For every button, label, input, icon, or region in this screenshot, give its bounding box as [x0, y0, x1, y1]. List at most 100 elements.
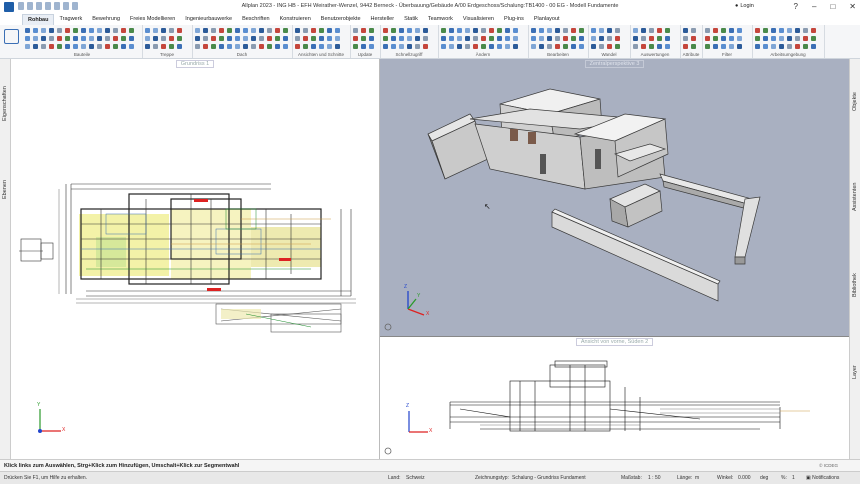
tool-icon[interactable] — [195, 28, 200, 33]
tool-icon[interactable] — [89, 36, 94, 41]
angle-value[interactable]: 0.000 — [738, 475, 751, 481]
tool-icon[interactable] — [25, 44, 30, 49]
tab-rohbau[interactable]: Rohbau — [22, 14, 55, 25]
panel-tab-bibliothek[interactable]: Bibliothek — [852, 273, 858, 297]
tool-icon[interactable] — [161, 44, 166, 49]
tab-ingenieurbauwerke[interactable]: Ingenieurbauwerke — [180, 14, 237, 25]
tool-icon[interactable] — [335, 44, 340, 49]
tool-icon[interactable] — [129, 28, 134, 33]
tool-icon[interactable] — [259, 28, 264, 33]
tool-icon[interactable] — [177, 44, 182, 49]
close-button[interactable]: ✕ — [849, 2, 856, 11]
tool-icon[interactable] — [795, 36, 800, 41]
tool-icon[interactable] — [423, 28, 428, 33]
tool-icon[interactable] — [481, 28, 486, 33]
tool-icon[interactable] — [531, 28, 536, 33]
tool-icon[interactable] — [737, 36, 742, 41]
tool-icon[interactable] — [615, 44, 620, 49]
tool-icon[interactable] — [407, 36, 412, 41]
tool-icon[interactable] — [691, 36, 696, 41]
tool-icon[interactable] — [73, 28, 78, 33]
tool-icon[interactable] — [267, 28, 272, 33]
tool-icon[interactable] — [579, 28, 584, 33]
tool-icon[interactable] — [415, 36, 420, 41]
tool-icon[interactable] — [641, 44, 646, 49]
tool-icon[interactable] — [579, 44, 584, 49]
tab-planlayout[interactable]: Planlayout — [529, 14, 565, 25]
tool-icon[interactable] — [211, 36, 216, 41]
tool-icon[interactable] — [49, 44, 54, 49]
tool-icon[interactable] — [795, 28, 800, 33]
land-value[interactable]: Schweiz — [406, 475, 425, 481]
tool-icon[interactable] — [513, 36, 518, 41]
tool-icon[interactable] — [177, 36, 182, 41]
tab-hersteller[interactable]: Hersteller — [366, 14, 400, 25]
tool-icon[interactable] — [513, 28, 518, 33]
tool-icon[interactable] — [599, 36, 604, 41]
tool-icon[interactable] — [391, 36, 396, 41]
tool-icon[interactable] — [81, 36, 86, 41]
tool-icon[interactable] — [481, 36, 486, 41]
tool-icon[interactable] — [81, 28, 86, 33]
tool-icon[interactable] — [227, 36, 232, 41]
tool-icon[interactable] — [649, 28, 654, 33]
tool-icon[interactable] — [505, 44, 510, 49]
tool-icon[interactable] — [441, 28, 446, 33]
tool-icon[interactable] — [407, 44, 412, 49]
tool-icon[interactable] — [415, 28, 420, 33]
tool-icon[interactable] — [145, 36, 150, 41]
tool-icon[interactable] — [615, 28, 620, 33]
tool-icon[interactable] — [649, 44, 654, 49]
tool-icon[interactable] — [579, 36, 584, 41]
tool-icon[interactable] — [41, 36, 46, 41]
maximize-button[interactable]: □ — [830, 2, 835, 11]
viewport-front[interactable]: Ansicht von vorne, Süden 2 Z X — [380, 337, 849, 459]
tool-icon[interactable] — [49, 28, 54, 33]
tool-icon[interactable] — [571, 28, 576, 33]
tab-benutzerobjekte[interactable]: Benutzerobjekte — [316, 14, 366, 25]
navigation-gear-icon[interactable] — [384, 323, 392, 331]
tool-icon[interactable] — [449, 28, 454, 33]
tool-icon[interactable] — [327, 36, 332, 41]
tool-icon[interactable] — [311, 36, 316, 41]
panel-tab-ebenen[interactable]: Ebenen — [2, 180, 8, 199]
tool-icon[interactable] — [539, 44, 544, 49]
tool-icon[interactable] — [251, 44, 256, 49]
tool-icon[interactable] — [383, 28, 388, 33]
tool-icon[interactable] — [657, 36, 662, 41]
tool-icon[interactable] — [705, 36, 710, 41]
tool-icon[interactable] — [563, 28, 568, 33]
tool-icon[interactable] — [353, 44, 358, 49]
tool-icon[interactable] — [105, 28, 110, 33]
tab-teamwork[interactable]: Teamwork — [423, 14, 458, 25]
tool-icon[interactable] — [113, 36, 118, 41]
tool-icon[interactable] — [25, 36, 30, 41]
tool-icon[interactable] — [227, 28, 232, 33]
panel-tab-objekte[interactable]: Objekte — [852, 92, 858, 111]
tool-icon[interactable] — [633, 28, 638, 33]
tool-icon[interactable] — [547, 44, 552, 49]
tool-icon[interactable] — [513, 44, 518, 49]
tool-icon[interactable] — [563, 44, 568, 49]
tool-icon[interactable] — [737, 44, 742, 49]
tool-icon[interactable] — [691, 28, 696, 33]
tool-icon[interactable] — [505, 36, 510, 41]
tool-icon[interactable] — [73, 36, 78, 41]
tool-icon[interactable] — [121, 44, 126, 49]
drawing-type-value[interactable]: Schalung - Grundriss Fundament — [512, 475, 586, 481]
tool-icon[interactable] — [353, 28, 358, 33]
tool-icon[interactable] — [211, 44, 216, 49]
tool-icon[interactable] — [369, 44, 374, 49]
tool-icon[interactable] — [203, 36, 208, 41]
tool-icon[interactable] — [243, 36, 248, 41]
tool-icon[interactable] — [275, 44, 280, 49]
tool-icon[interactable] — [203, 44, 208, 49]
tool-icon[interactable] — [65, 36, 70, 41]
tool-icon[interactable] — [303, 36, 308, 41]
tool-icon[interactable] — [259, 44, 264, 49]
panel-tab-layer[interactable]: Layer — [852, 365, 858, 379]
tool-icon[interactable] — [779, 36, 784, 41]
tool-icon[interactable] — [779, 28, 784, 33]
tool-icon[interactable] — [219, 36, 224, 41]
scale-value[interactable]: 1 : 50 — [648, 475, 661, 481]
